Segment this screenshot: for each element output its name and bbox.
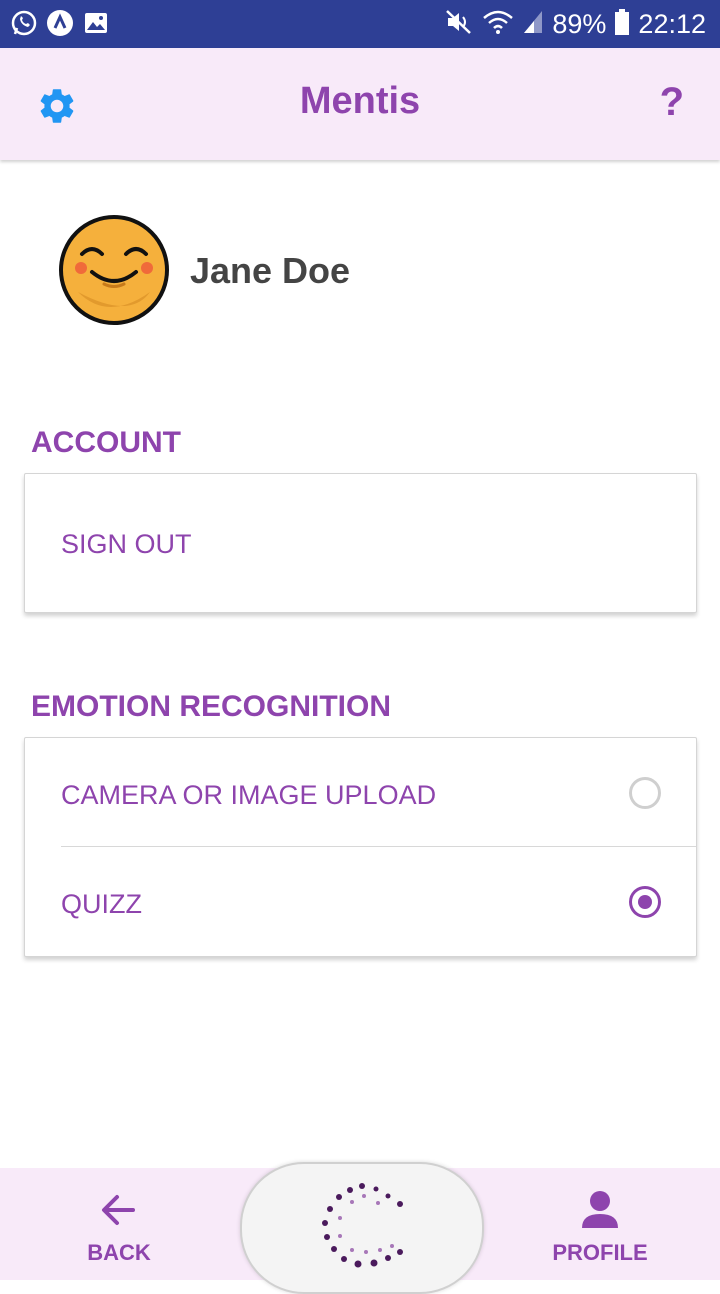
profile-button[interactable]: PROFILE xyxy=(510,1168,690,1280)
loading-spinner-icon xyxy=(312,1174,412,1274)
whatsapp-icon xyxy=(10,9,38,37)
profile-label: PROFILE xyxy=(552,1240,648,1265)
quizz-radio[interactable] xyxy=(629,886,661,918)
clock: 22:12 xyxy=(638,8,706,39)
account-card: SIGN OUT xyxy=(24,473,697,613)
gallery-icon xyxy=(82,9,110,37)
emotion-card: CAMERA OR IMAGE UPLOAD QUIZZ xyxy=(24,737,697,957)
help-icon[interactable]: ? xyxy=(660,80,684,125)
option-camera-row[interactable]: CAMERA OR IMAGE UPLOAD xyxy=(25,738,696,847)
sign-out-button[interactable]: SIGN OUT xyxy=(61,529,192,560)
wifi-icon xyxy=(482,8,514,41)
back-button[interactable]: BACK xyxy=(29,1168,209,1280)
user-name: Jane Doe xyxy=(190,250,351,291)
status-bar: 89% 22:12 xyxy=(0,0,720,48)
option-quizz-label: QUIZZ xyxy=(61,889,142,919)
option-quizz-row[interactable]: QUIZZ xyxy=(25,847,696,956)
option-camera-label: CAMERA OR IMAGE UPLOAD xyxy=(61,780,437,810)
camera-radio[interactable] xyxy=(629,777,661,809)
center-action-button[interactable] xyxy=(240,1162,484,1294)
app-title: Mentis xyxy=(299,80,421,122)
battery-percent: 89% xyxy=(552,8,607,39)
app-bar: Mentis ? xyxy=(0,48,720,160)
signal-icon xyxy=(522,9,544,40)
person-icon xyxy=(578,1188,622,1232)
mute-icon xyxy=(444,8,474,41)
arrow-left-icon xyxy=(97,1188,141,1232)
battery-icon xyxy=(614,8,630,41)
back-label: BACK xyxy=(87,1240,151,1265)
emotion-section-title: EMOTION RECOGNITION xyxy=(31,690,391,723)
app-logo-icon xyxy=(46,9,74,37)
avatar xyxy=(58,214,170,326)
account-section-title: ACCOUNT xyxy=(31,426,181,459)
